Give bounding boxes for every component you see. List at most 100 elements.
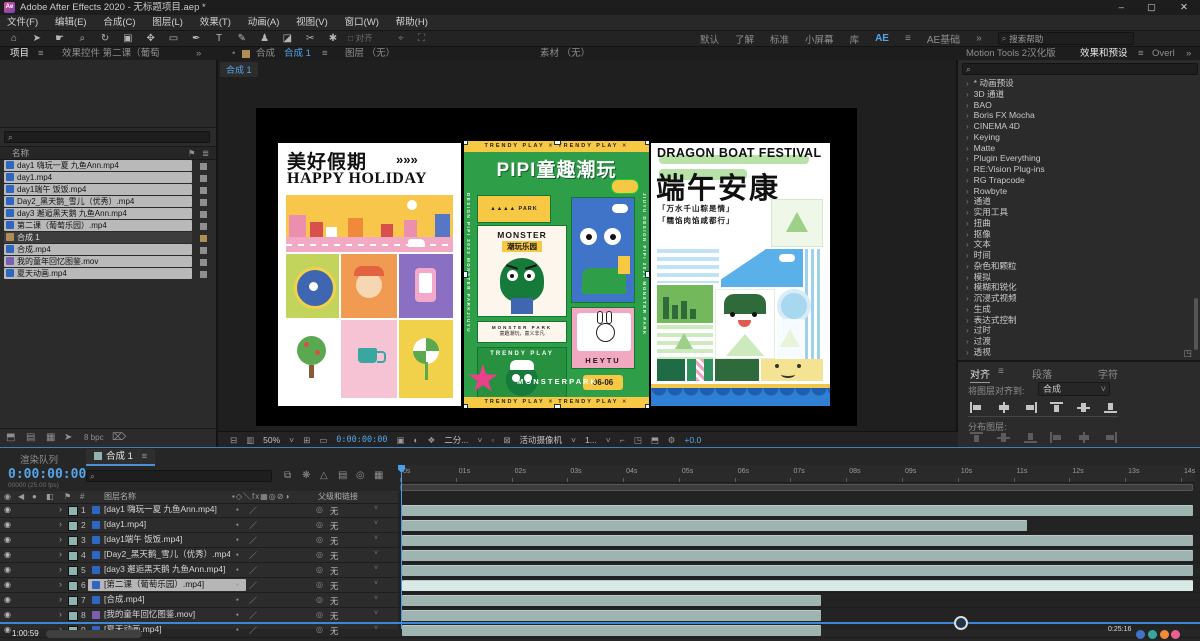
eye-icon[interactable]: ◉ [4,535,11,544]
eye-icon[interactable]: ◉ [4,505,11,514]
time-ruler[interactable]: 0s 01s 02s 03s 04s 05s 06s 07s 08s 09s 1… [400,465,1195,483]
layer-duration-bar[interactable] [402,580,1193,591]
layer-row[interactable]: ◉ › 2 [day1.mp4] ▪ ／ ◎ 无 ˅ [0,518,1200,533]
layer-duration-lane[interactable] [402,625,1193,636]
layer-name[interactable]: [day1.mp4] [104,519,230,531]
effects-category-row[interactable]: ›文本 [958,239,1194,250]
project-file-row[interactable]: 我的童年回忆图鉴.mov [2,256,214,268]
selection-handle[interactable] [464,141,468,145]
anchor-point-icon[interactable]: ✛ [552,269,561,278]
layer-color-swatch[interactable] [68,551,78,561]
disclosure-icon[interactable]: › [966,305,969,314]
parent-pickwhip-icon[interactable]: ◎ [316,535,323,544]
effects-toggle-icon[interactable]: ／ [249,535,257,546]
effects-category-row[interactable]: ›CINEMA 4D [958,121,1194,132]
label-column-icon[interactable]: ⚑ [188,147,196,159]
disclosure-icon[interactable]: › [966,219,969,228]
effects-category-row[interactable]: ›模糊和锐化 [958,282,1194,293]
minimize-button[interactable]: – [1119,0,1124,15]
parent-caret-icon[interactable]: ˅ [374,610,378,617]
menu-item[interactable]: 效果(T) [200,15,231,30]
parent-caret-icon[interactable]: ˅ [374,535,378,542]
disclosure-icon[interactable]: › [966,133,969,142]
file-label-box[interactable] [199,234,208,243]
parent-pickwhip-icon[interactable]: ◎ [316,565,323,574]
tool-icon[interactable]: ✱ [323,31,343,46]
effects-search-input[interactable]: ⌕ [962,63,1198,75]
graph-editor-icon[interactable]: ▦ [374,470,383,481]
workspace-tab-ae-basic[interactable]: AE基础 [927,31,960,46]
align-right-button[interactable] [1024,402,1037,413]
disclosure-icon[interactable]: › [966,230,969,239]
tab-footage[interactable]: 素材 （无） [540,47,590,60]
axis-mode-2-icon[interactable]: ⛶ [418,31,425,46]
layer-duration-lane[interactable] [402,535,1193,546]
effects-category-row[interactable]: ›* 动画预设 [958,78,1194,89]
parent-value[interactable]: 无 [330,505,339,517]
layer-duration-bar[interactable] [402,595,821,606]
interpret-footage-icon[interactable]: ⬒ [6,429,15,447]
effects-category-row[interactable]: ›Keying [958,132,1194,143]
resolution-select[interactable]: 二分... [444,434,468,446]
effects-category-row[interactable]: ›时间 [958,250,1194,261]
selection-handle[interactable] [464,404,468,408]
parent-value[interactable]: 无 [330,625,339,637]
layer-name[interactable]: [day1端午 饭饭.mp4] [104,534,230,546]
layer-name[interactable]: [合成.mp4] [104,594,230,606]
viewer-timecode[interactable]: 0:00:00:00 [336,435,387,445]
layer-row[interactable]: ◉ › 8 [我的童年回忆图鉴.mov] ▪ ／ ◎ 无 ˅ [0,608,1200,623]
disclosure-icon[interactable]: › [966,262,969,271]
layer-color-swatch[interactable] [68,536,78,546]
effects-scrollbar[interactable] [1194,298,1198,350]
menu-item[interactable]: 窗口(W) [345,15,379,30]
layer-color-swatch[interactable] [68,581,78,591]
selection-handle[interactable] [645,404,649,408]
distribute-right-button[interactable] [1104,432,1117,443]
align-bottom-button[interactable] [1104,402,1117,413]
timeline-search-input[interactable]: ⌕ [86,470,272,482]
always-preview-icon[interactable]: ⊟ [230,435,237,446]
disclosure-icon[interactable]: › [966,90,969,99]
effects-category-row[interactable]: ›Rowbyte [958,186,1194,197]
parent-caret-icon[interactable]: ˅ [374,505,378,512]
disclosure-icon[interactable]: › [966,283,969,292]
quality-toggle-icon[interactable]: ▪ [236,595,239,604]
parent-value[interactable]: 无 [330,595,339,607]
fast-previews-icon[interactable]: ◳ [634,435,642,446]
motion-blur-icon[interactable]: ◎ [356,470,365,481]
menu-item[interactable]: 合成(C) [103,15,135,30]
selection-handle[interactable] [645,271,649,278]
parent-value[interactable]: 无 [330,520,339,532]
switches-column-icons[interactable]: ▪◇＼fx▦◎⊘◑ [232,491,290,503]
expand-chevron-icon[interactable]: › [59,609,62,619]
effects-category-row[interactable]: ›杂色和颗粒 [958,261,1194,272]
layer-duration-bar[interactable] [402,505,1193,516]
menu-item[interactable]: 编辑(E) [55,15,87,30]
layer-duration-lane[interactable] [402,580,1193,591]
disclosure-icon[interactable]: › [966,326,969,335]
project-search-input[interactable]: ⌕ [4,131,210,143]
quality-toggle-icon[interactable]: ▪ [236,505,239,514]
eye-icon[interactable]: ◉ [4,625,11,634]
layer-duration-bar[interactable] [402,610,821,621]
snapshot-icon[interactable]: ▣ [396,435,404,446]
align-top-button[interactable] [1050,402,1063,413]
expand-chevron-icon[interactable]: › [59,579,62,589]
quality-toggle-icon[interactable]: ▪ [236,625,239,634]
resolution-caret-icon[interactable]: ˅ [477,435,482,445]
align-panel-menu-icon[interactable]: ≡ [998,366,1004,377]
file-label-box[interactable] [199,246,208,255]
view-layout-caret-icon[interactable]: ˅ [606,435,611,445]
expand-chevron-icon[interactable]: › [59,564,62,574]
file-label-box[interactable] [199,210,208,219]
selection-handle[interactable] [464,271,468,278]
layer-row[interactable]: ◉ › 5 [day3 邂逅黑天鹅 九鱼Ann.mp4] ▪ ／ ◎ 无 ˅ [0,563,1200,578]
parent-pickwhip-icon[interactable]: ◎ [316,610,323,619]
parent-caret-icon[interactable]: ˅ [374,520,378,527]
layer-row[interactable]: ◉ › 9 [夏天动画.mp4] ▪ ／ ◎ 无 ˅ [0,623,1200,638]
video-column-icon[interactable]: ◉ [4,491,11,503]
project-file-row[interactable]: day1 嗨玩一夏 九鱼Ann.mp4 [2,160,214,172]
workspace-tab[interactable]: 标准 [770,32,789,46]
effects-toggle-icon[interactable]: ／ [249,580,257,591]
eye-icon[interactable]: ◉ [4,565,11,574]
